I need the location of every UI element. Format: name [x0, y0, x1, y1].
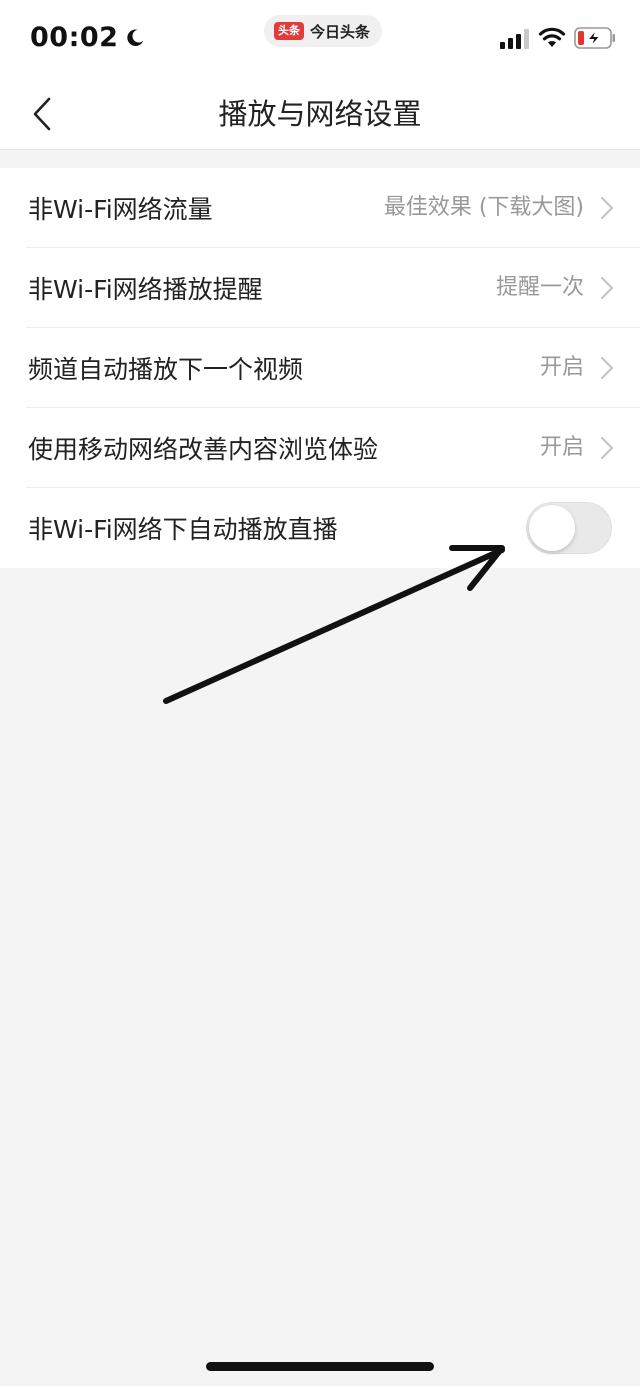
setting-label: 非Wi-Fi网络流量	[28, 195, 213, 224]
settings-list: 非Wi-Fi网络流量 最佳效果 (下载大图) 非Wi-Fi网络播放提醒 提醒一次…	[0, 168, 640, 568]
setting-row-non-wifi-play-reminder[interactable]: 非Wi-Fi网络播放提醒 提醒一次	[0, 248, 640, 328]
chevron-right-icon	[601, 197, 613, 219]
toggle-knob	[529, 505, 575, 551]
status-bar: 00:02 头条 今日头条	[0, 0, 640, 78]
setting-row-non-wifi-traffic[interactable]: 非Wi-Fi网络流量 最佳效果 (下载大图)	[0, 168, 640, 248]
setting-value: 开启	[539, 435, 584, 460]
chevron-right-icon	[601, 277, 613, 299]
battery-charging-icon	[574, 27, 615, 49]
setting-row-mobile-network-improve[interactable]: 使用移动网络改善内容浏览体验 开启	[0, 408, 640, 488]
wifi-icon	[538, 27, 566, 47]
time-group: 00:02	[30, 22, 146, 53]
setting-label: 非Wi-Fi网络下自动播放直播	[28, 515, 338, 544]
app-logo: 头条	[274, 22, 304, 40]
setting-value: 开启	[539, 355, 584, 380]
setting-row-autoplay-live: 非Wi-Fi网络下自动播放直播	[0, 488, 640, 568]
setting-value: 最佳效果 (下载大图)	[383, 195, 584, 220]
page-title: 播放与网络设置	[218, 97, 422, 131]
setting-label: 非Wi-Fi网络播放提醒	[28, 275, 263, 304]
autoplay-live-toggle[interactable]	[526, 502, 612, 554]
screen: 00:02 头条 今日头条 播放与网络设置 非Wi-Fi网络流量 最佳效果 (下…	[0, 0, 640, 1386]
nav-bar: 播放与网络设置	[0, 78, 640, 150]
back-to-app-pill[interactable]: 头条 今日头条	[264, 15, 383, 47]
chevron-right-icon	[601, 357, 613, 379]
home-indicator[interactable]	[206, 1362, 434, 1371]
chevron-right-icon	[601, 437, 613, 459]
app-name: 今日头条	[310, 22, 371, 41]
setting-row-autoplay-next-video[interactable]: 频道自动播放下一个视频 开启	[0, 328, 640, 408]
setting-label: 使用移动网络改善内容浏览体验	[28, 435, 379, 464]
setting-label: 频道自动播放下一个视频	[28, 355, 304, 384]
moon-icon	[127, 28, 144, 46]
status-time: 00:02	[30, 22, 119, 53]
cellular-signal-icon	[500, 29, 529, 49]
setting-value: 提醒一次	[495, 275, 584, 300]
